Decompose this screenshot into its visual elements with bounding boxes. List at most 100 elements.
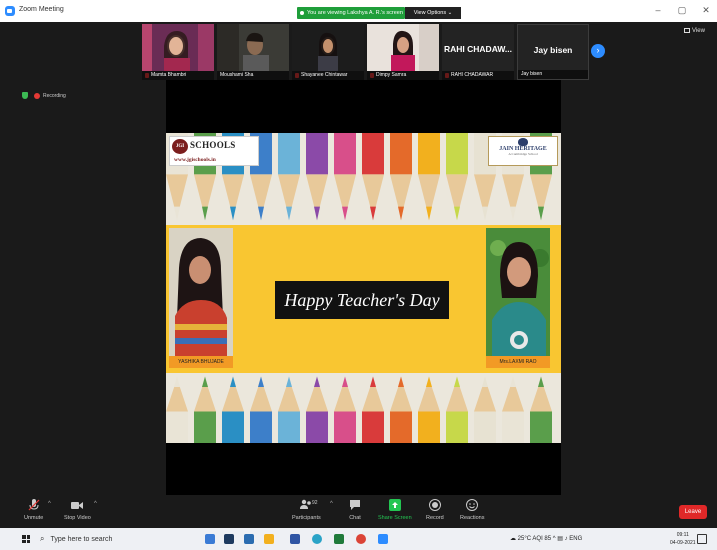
student-name-label: YASHIKA BHUJADE: [169, 356, 233, 368]
student-portrait: [169, 228, 233, 356]
participant-tile[interactable]: Shayanee Chintawar: [292, 24, 364, 80]
chevron-right-icon: ›: [596, 45, 600, 55]
chrome-browser-icon[interactable]: [356, 534, 366, 544]
pencil-lead: [342, 376, 348, 387]
meeting-toolbar: Unmute ^ Stop Video ^ 92 Participants ^ …: [0, 495, 717, 528]
clock-time: 09:11: [676, 532, 689, 538]
share-status-icon: [300, 11, 304, 15]
record-label: Record: [426, 515, 444, 521]
taskbar-search-placeholder: Type here to search: [50, 535, 113, 543]
participants-label: Participants: [292, 515, 321, 521]
pencil-body: [166, 411, 188, 443]
title-bar: Zoom Meeting You are viewing Lakshya A. …: [0, 0, 717, 22]
participants-button[interactable]: 92 Participants: [292, 498, 321, 521]
pencil-body: [390, 133, 412, 175]
record-button[interactable]: Record: [426, 498, 444, 521]
pencil-body: [418, 133, 440, 175]
unmute-button[interactable]: Unmute: [24, 498, 43, 521]
store-app-icon[interactable]: [224, 534, 234, 544]
participant-tile[interactable]: Moushami Sha: [217, 24, 289, 80]
pencil-body: [446, 411, 468, 443]
notification-center-icon[interactable]: [697, 534, 707, 544]
view-options-button[interactable]: View Options ⌄: [405, 7, 461, 19]
zoom-taskbar-icon[interactable]: [378, 534, 388, 544]
reactions-button[interactable]: Reactions: [460, 498, 484, 521]
video-options-chevron-icon[interactable]: ^: [94, 501, 97, 507]
participant-name: Moushami Sha: [217, 71, 289, 80]
next-page-button[interactable]: ›: [591, 44, 605, 58]
windows-start-icon[interactable]: [22, 535, 30, 543]
pencil-body: [530, 411, 552, 443]
pencil-lead: [314, 206, 320, 221]
participant-video: [367, 24, 439, 71]
pencil-lead: [454, 376, 460, 387]
pencil-lead: [482, 206, 488, 221]
participant-name: Dimpy Samra: [367, 71, 439, 80]
word-app-icon[interactable]: [290, 534, 300, 544]
participant-tile[interactable]: Dimpy Samra: [367, 24, 439, 80]
video-camera-icon: [71, 502, 84, 509]
greeting-banner: Happy Teacher's Day: [275, 281, 449, 319]
edge-browser-icon[interactable]: [312, 534, 322, 544]
minimize-icon[interactable]: –: [650, 5, 666, 15]
network-icon[interactable]: ▤: [557, 536, 563, 542]
pencil-lead: [314, 376, 320, 387]
pencil-body: [362, 411, 384, 443]
share-screen-icon: [388, 499, 401, 511]
share-screen-label: Share Screen: [378, 515, 412, 521]
pencil-body: [334, 133, 356, 175]
task-view-icon[interactable]: [205, 534, 215, 544]
stop-video-button[interactable]: Stop Video: [64, 498, 91, 521]
pencil-lead: [370, 376, 376, 387]
volume-icon[interactable]: ♪: [565, 536, 568, 542]
jgi-schools-logo: JGI SCHOOLS www.jgischools.in: [169, 136, 259, 166]
pencils-bottom-image: [166, 373, 561, 443]
participant-name: Jay bisen: [518, 70, 588, 79]
taskbar-search-box[interactable]: ⌕ Type here to search: [40, 531, 195, 547]
audio-options-chevron-icon[interactable]: ^: [48, 501, 51, 507]
weather-text[interactable]: 25°C AQI 85: [518, 536, 551, 542]
file-explorer-icon[interactable]: [264, 534, 274, 544]
pencil-lead: [398, 206, 404, 221]
participant-tile[interactable]: Jay bisen Jay bisen: [517, 24, 589, 80]
pencil-lead: [398, 376, 404, 387]
share-screen-button[interactable]: Share Screen: [378, 498, 412, 521]
view-button[interactable]: View: [684, 28, 705, 34]
view-button-label: View: [692, 28, 705, 34]
jgi-url: www.jgischools.in: [174, 157, 216, 163]
language-indicator[interactable]: ENG: [569, 536, 582, 542]
pencil-body: [474, 411, 496, 443]
participant-tile[interactable]: RAHI CHADAW... RAHI CHADAWAR: [442, 24, 514, 80]
pencil-lead: [258, 206, 264, 221]
pencil-body: [306, 133, 328, 175]
pencil-lead: [538, 376, 544, 387]
windows-taskbar: ⌕ Type here to search ☁ 25°C AQI 85 ^ ▤ …: [0, 528, 717, 550]
pencil-body: [250, 411, 272, 443]
participant-display-name: Jay bisen: [533, 45, 573, 55]
chat-button[interactable]: Chat: [348, 498, 362, 521]
chat-icon: [350, 500, 360, 510]
screen-share-banner: You are viewing Lakshya A. R.'s screen: [297, 7, 405, 19]
pencil-lead: [426, 376, 432, 387]
security-shield-icon[interactable]: [22, 92, 28, 99]
participant-display-name: RAHI CHADAW...: [444, 44, 512, 54]
jain-heritage-logo: JAIN HERITAGE A Cambridge School: [488, 136, 558, 166]
jgi-schools-name: SCHOOLS: [190, 140, 236, 150]
pencil-lead: [174, 206, 180, 221]
maximize-icon[interactable]: ▢: [674, 5, 690, 16]
mail-app-icon[interactable]: [244, 534, 254, 544]
participants-options-chevron-icon[interactable]: ^: [330, 501, 333, 507]
unmute-label: Unmute: [24, 515, 44, 521]
leave-button[interactable]: Leave: [679, 505, 707, 519]
close-icon[interactable]: ✕: [698, 5, 714, 16]
pencil-body: [222, 411, 244, 443]
view-options-label: View Options: [413, 10, 447, 16]
pencil-lead: [174, 376, 180, 387]
participant-video: [292, 24, 364, 71]
search-icon: ⌕: [40, 534, 45, 543]
taskbar-clock[interactable]: 09:11 04-09-2021: [670, 531, 696, 547]
participant-tile[interactable]: Mamta Bhambri: [142, 24, 214, 80]
clock-date: 04-09-2021: [670, 540, 696, 546]
excel-app-icon[interactable]: [334, 534, 344, 544]
reactions-label: Reactions: [460, 515, 485, 521]
